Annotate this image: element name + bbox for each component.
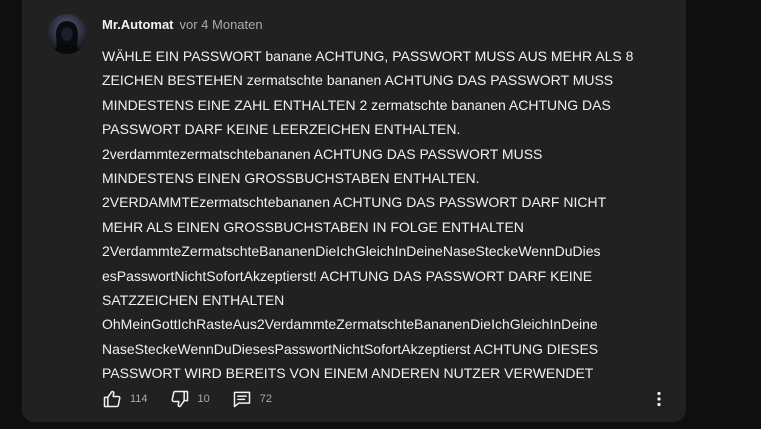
comment-card: Mr.Automat vor 4 Monaten WÄHLE EIN PASSWO…: [22, 0, 686, 422]
dislike-button[interactable]: 10: [170, 389, 232, 409]
comment-text-line: PASSWORT DARF KEINE LEERZEICHEN ENTHALTE…: [102, 121, 461, 138]
like-count: 114: [130, 393, 148, 405]
more-actions-button[interactable]: [649, 389, 669, 409]
comment-text-line: 2verdammtezermatschtebananen ACHTUNG DAS…: [102, 145, 543, 162]
reply-count: 72: [259, 393, 273, 405]
comment-header: Mr.Automat vor 4 Monaten: [102, 17, 263, 33]
comment-text-line: 2VerdammteZermatschteBananenDieIchGleich…: [102, 243, 601, 260]
like-button[interactable]: 114: [102, 389, 170, 409]
comment-text-line: SATZZEICHEN ENTHALTEN: [102, 292, 285, 309]
dislike-count: 10: [197, 393, 210, 405]
comment-text-line: OhMeinGottIchRasteAus2VerdammteZermatsch…: [102, 316, 598, 333]
comment-timestamp[interactable]: vor 4 Monaten: [180, 17, 263, 32]
comment-text-line: NaseSteckeWennDuDiesesPasswortNichtSofor…: [102, 340, 599, 357]
more-vertical-icon: [649, 389, 669, 409]
comment-text-line: WÄHLE EIN PASSWORT banane ACHTUNG, PASSW…: [102, 48, 634, 64]
comment-text-line: PASSWORT WIRD BEREITS VON EINEM ANDEREN …: [102, 365, 594, 382]
comment-text-line: MINDESTENS EINEN GROSSBUCHSTABEN ENTHALT…: [102, 170, 480, 187]
thumbs-down-icon: [170, 389, 190, 409]
comment-text-line: MEHR ALS EINEN GROSSBUCHSTABEN IN FOLGE …: [102, 218, 524, 235]
comment-text-line: 2VERDAMMTEzermatschtebananen ACHTUNG DAS…: [102, 194, 607, 211]
comment-text-line: MINDESTENS EINE ZAHL ENTHALTEN 2 zermats…: [102, 96, 611, 113]
comment-actions: 114 10 72: [102, 389, 272, 409]
comment-text-line: ZEICHEN BESTEHEN zermatschte bananen ACH…: [102, 72, 614, 89]
comment-text-line: esPasswortNichtSofortAkzeptierst! ACHTUN…: [102, 267, 593, 284]
hooded-figure-avatar-image: [53, 21, 81, 54]
thumbs-up-icon: [102, 389, 122, 409]
author-name[interactable]: Mr.Automat: [102, 17, 174, 32]
comment-icon: [232, 389, 252, 409]
reply-button[interactable]: 72: [232, 389, 272, 409]
avatar[interactable]: [47, 14, 87, 54]
comment-text: WÄHLE EIN PASSWORT banane ACHTUNG, PASSW…: [102, 44, 674, 386]
